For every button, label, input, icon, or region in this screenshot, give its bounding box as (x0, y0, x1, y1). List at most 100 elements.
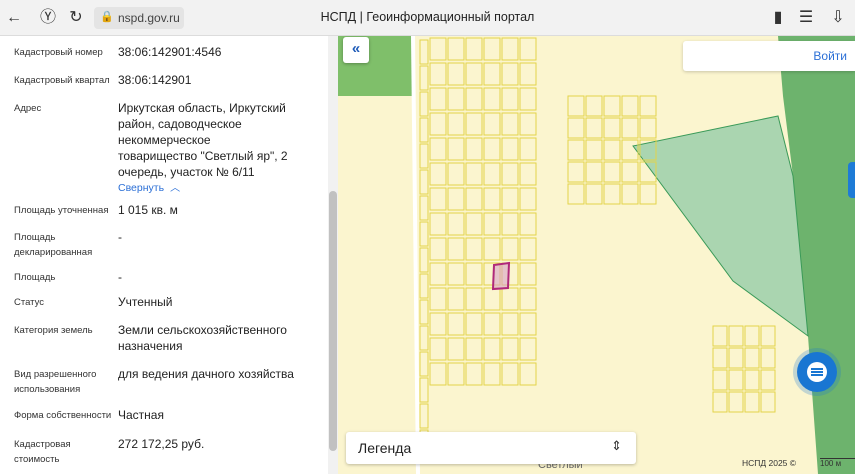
parcel (603, 139, 621, 161)
parcel (429, 212, 447, 236)
parcel (483, 137, 501, 161)
parcel (447, 162, 465, 186)
parcel (519, 337, 537, 361)
parcel (447, 337, 465, 361)
parcel (483, 337, 501, 361)
login-label: Войти (813, 49, 847, 63)
parcel (429, 362, 447, 386)
label-area-refined: Площадь уточненная (14, 205, 109, 216)
map-view[interactable]: Светлый (338, 36, 855, 474)
parcel (501, 162, 519, 186)
parcel (419, 117, 429, 143)
label-status: Статус (14, 297, 45, 308)
parcel (501, 237, 519, 261)
parcel (419, 195, 429, 221)
collapse-link[interactable]: Свернуть ︿ (118, 179, 180, 194)
value-ownership: Частная (118, 408, 164, 422)
parcel (621, 161, 639, 183)
parcel (712, 391, 728, 413)
parcel (567, 95, 585, 117)
parcel (447, 87, 465, 111)
parcel (519, 212, 537, 236)
parcel (744, 347, 760, 369)
parcel (419, 39, 429, 65)
parcel (483, 62, 501, 86)
parcel (429, 162, 447, 186)
parcel (585, 183, 603, 205)
parcel (465, 337, 483, 361)
parcel (465, 212, 483, 236)
parcel (728, 325, 744, 347)
parcel (447, 137, 465, 161)
parcel (639, 95, 657, 117)
parcel (621, 117, 639, 139)
parcel (585, 95, 603, 117)
parcel (519, 262, 537, 286)
parcel (603, 95, 621, 117)
parcel (483, 287, 501, 311)
parcel (465, 37, 483, 61)
legend-label: Легенда (358, 440, 412, 456)
label-land-category: Категория земель (14, 325, 93, 336)
info-panel: Кадастровый номер 38:06:142901:4546 Када… (0, 36, 338, 474)
bookmark-icon[interactable]: ▮ (768, 8, 788, 28)
parcel (501, 312, 519, 336)
parcel (501, 337, 519, 361)
download-icon[interactable]: ⇩ (828, 8, 848, 28)
parcel (519, 312, 537, 336)
parcel (447, 37, 465, 61)
chat-button[interactable] (797, 352, 837, 392)
parcel (429, 187, 447, 211)
parcel (429, 137, 447, 161)
parcel (760, 347, 776, 369)
login-button[interactable]: Войти (683, 41, 855, 71)
panel-scrollbar[interactable] (328, 36, 338, 474)
parcel (419, 143, 429, 169)
parcel (465, 237, 483, 261)
parcel (519, 362, 537, 386)
parcel (760, 325, 776, 347)
parcel (419, 221, 429, 247)
label-cadastral-value: Кадастровая стоимость (14, 439, 71, 465)
parcel (419, 65, 429, 91)
parcel (447, 362, 465, 386)
legend-dropdown[interactable]: Легенда ⇕ (346, 432, 636, 464)
parcel (744, 369, 760, 391)
label-permitted-use: Вид разрешенного использования (14, 369, 97, 395)
parcel (429, 312, 447, 336)
label-area-declared: Площадь декларированная (14, 232, 93, 258)
parcel (447, 187, 465, 211)
parcel (519, 37, 537, 61)
parcel (483, 37, 501, 61)
parcel (465, 137, 483, 161)
parcel (483, 362, 501, 386)
parcel (465, 362, 483, 386)
parcel (465, 162, 483, 186)
parcel (519, 62, 537, 86)
map-canvas[interactable] (338, 36, 855, 474)
parcel (501, 87, 519, 111)
parcel (447, 62, 465, 86)
parcel (744, 325, 760, 347)
parcel (501, 287, 519, 311)
parcel (465, 287, 483, 311)
side-tab-button[interactable] (848, 162, 855, 198)
parcel (483, 162, 501, 186)
parcel (465, 87, 483, 111)
parcel (621, 95, 639, 117)
parcel (501, 137, 519, 161)
parcel (728, 369, 744, 391)
parcel (447, 237, 465, 261)
parcel (639, 117, 657, 139)
parcel (483, 187, 501, 211)
menu-icon[interactable]: ☰ (796, 8, 816, 28)
parcel (465, 262, 483, 286)
parcel (419, 169, 429, 195)
parcel (483, 312, 501, 336)
collapse-panel-button[interactable]: « (343, 37, 369, 63)
parcel (519, 162, 537, 186)
parcel (483, 87, 501, 111)
scrollbar-thumb[interactable] (329, 191, 337, 451)
value-land-category: Земли сельскохозяйственного назначения (118, 323, 287, 353)
parcel (501, 62, 519, 86)
